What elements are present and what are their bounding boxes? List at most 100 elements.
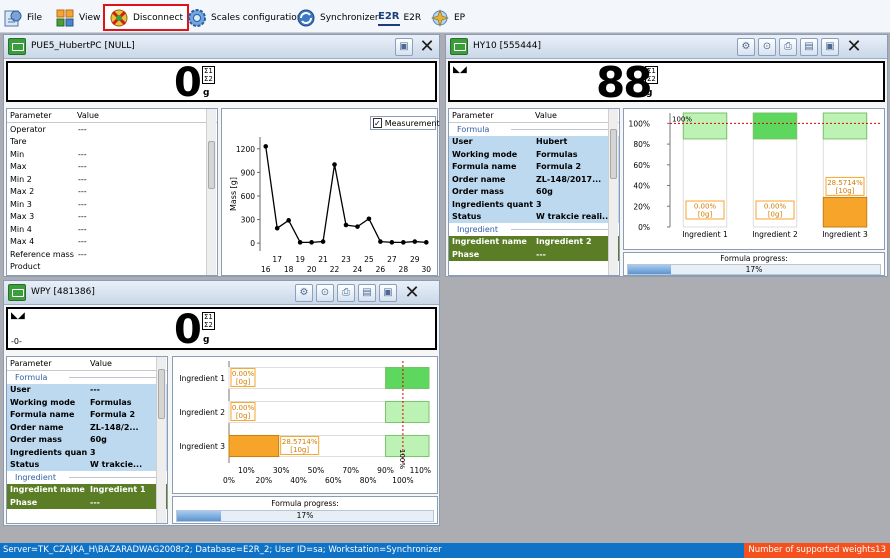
table-row: Order name ZL-148/2017... xyxy=(449,173,619,186)
disconnect-label: Disconnect xyxy=(133,12,183,23)
y-tick-label: 600 xyxy=(241,192,256,201)
parameter-rows: User Hubert Working mode Formulas Formula na… xyxy=(449,135,619,223)
range-indicator: Σ1 Σ2 xyxy=(202,312,215,330)
x-tick-label: 16 xyxy=(261,265,271,274)
checkbox-icon[interactable]: ✓ xyxy=(373,118,382,128)
collapse-icon[interactable]: ✕ xyxy=(401,283,423,303)
target-zone xyxy=(822,112,868,140)
phase-row: Phase --- xyxy=(7,496,167,509)
ep-button[interactable]: EP xyxy=(430,5,465,30)
x-tick-label: 50% xyxy=(308,466,325,475)
table-row: User --- xyxy=(7,383,167,396)
screenshot-icon[interactable]: ▣ xyxy=(379,284,397,302)
ep-label: EP xyxy=(454,12,466,23)
parameter-scrollbar[interactable] xyxy=(206,109,216,275)
data-point xyxy=(263,144,269,149)
panel-title: PUE5_HubertPC [NULL] xyxy=(31,41,135,51)
table-row: Product xyxy=(10,262,41,272)
col-value: Value xyxy=(77,111,99,120)
print-icon[interactable]: ⎙ xyxy=(779,38,797,56)
screenshot-icon[interactable]: ▣ xyxy=(821,38,839,56)
ingredient-bar-chart: 0% 20% 40% 60% 80% 100% 0.00% [0g] Ingredient 10… xyxy=(623,108,885,250)
horizontal-bar-chart-svg: 0.00%[0g]Ingredient 10.00%[0g]Ingredient… xyxy=(179,361,431,485)
weight-value: 88 xyxy=(596,58,652,107)
category-label: Ingredient 2 xyxy=(179,408,225,417)
collapse-icon[interactable]: ✕ xyxy=(416,37,438,57)
table-row: Status W trakcie... xyxy=(7,458,167,471)
category-label: Ingredient 3 xyxy=(822,230,868,239)
e2r-button[interactable]: E2R E2R xyxy=(378,5,421,30)
table-row: Formula name Formula 2 xyxy=(449,160,619,173)
data-label-text: [0g] xyxy=(698,211,713,219)
progress-label: Formula progress: xyxy=(720,254,788,263)
calculator-icon[interactable]: ▤ xyxy=(800,38,818,56)
tare-icon[interactable]: ⊙ xyxy=(316,284,334,302)
table-row: Ingredients quantity3 xyxy=(449,198,619,211)
x-tick-label: 70% xyxy=(342,466,359,475)
bar xyxy=(228,434,280,458)
y-tick-label: 20% xyxy=(633,202,650,211)
phase-row: Phase --- xyxy=(449,248,619,261)
print-icon[interactable]: ⎙ xyxy=(337,284,355,302)
formula-icon[interactable]: ⚙ xyxy=(295,284,313,302)
parameter-rows: Operator --- Tare Min --- Max --- Min 2 --- Max 2… xyxy=(7,123,217,273)
x-tick-label: 22 xyxy=(330,265,340,274)
measurement-legend[interactable]: ✓ Measurement xyxy=(370,116,440,130)
zero-indicator: -0- xyxy=(11,337,22,346)
table-row: Max 2 --- xyxy=(10,187,87,197)
x-tick-label: 20 xyxy=(307,265,317,274)
collapse-icon[interactable]: ✕ xyxy=(843,37,865,57)
screenshot-icon[interactable]: ▣ xyxy=(395,38,413,56)
synchronizer-button[interactable]: Synchronizer xyxy=(296,5,379,30)
file-menu-button[interactable]: File xyxy=(3,5,42,30)
data-point xyxy=(320,239,326,244)
view-menu-button[interactable]: View xyxy=(55,5,100,30)
status-bar: Server=TK_CZAJKA_H\BAZARADWAG2008r2; Dat… xyxy=(0,543,890,558)
weight-unit: g xyxy=(203,335,210,345)
y-tick-label: 300 xyxy=(241,216,256,225)
file-icon xyxy=(3,8,23,28)
parameter-scrollbar[interactable] xyxy=(608,109,618,275)
tare-icon[interactable]: ⊙ xyxy=(758,38,776,56)
table-header: Parameter Value xyxy=(7,357,167,371)
scale-icon xyxy=(450,38,468,55)
category-label: Ingredient 3 xyxy=(179,442,225,451)
data-point xyxy=(274,225,280,231)
disconnect-icon xyxy=(109,8,129,28)
parameter-scrollbar[interactable] xyxy=(156,357,166,523)
data-point xyxy=(343,222,349,228)
panel-header: PUE5_HubertPC [NULL] ▣ ✕ xyxy=(4,35,439,59)
table-row: Status W trakcie reali... xyxy=(449,210,619,223)
table-row: Max 4 --- xyxy=(10,237,87,247)
y-axis-label: Mass [g] xyxy=(229,177,238,211)
y-tick-label: 60% xyxy=(633,161,650,170)
category-label: Ingredient 1 xyxy=(179,374,225,383)
disconnect-button[interactable]: Disconnect xyxy=(103,4,189,31)
file-label: File xyxy=(27,12,43,23)
data-label-text: 0.00% xyxy=(694,203,717,211)
y-tick-label: 0% xyxy=(638,223,650,232)
table-row: Reference mass --- xyxy=(10,249,87,259)
parameter-table: Parameter Value Operator --- Tare Min --- Max… xyxy=(6,108,218,276)
section-ingredient: Ingredient xyxy=(449,223,619,236)
ingredient-row: Ingredient name Ingredient 1 xyxy=(7,483,167,496)
weight-display: ◣◢ 88 Σ1 Σ2 g xyxy=(448,58,885,107)
calculator-icon[interactable]: ▤ xyxy=(358,284,376,302)
formula-progress: Formula progress: 17% xyxy=(623,252,885,276)
x-tick-label: 26 xyxy=(376,265,386,274)
data-label-text: [0g] xyxy=(236,378,251,386)
data-point xyxy=(286,218,291,223)
formula-icon[interactable]: ⚙ xyxy=(737,38,755,56)
x-tick-label: 40% xyxy=(290,476,307,485)
x-tick-label: 25 xyxy=(364,255,374,264)
x-tick-label: 110% xyxy=(410,466,431,475)
panel-header: WPY [481386] ⚙ ⊙ ⎙ ▤ ▣ ✕ xyxy=(4,281,439,305)
parameter-table: Parameter Value Formula User --- Working m… xyxy=(6,356,168,524)
stable-indicator-icon: ◣◢ xyxy=(453,65,467,75)
scales-configuration-button[interactable]: Scales configuration xyxy=(187,5,302,30)
scale-icon xyxy=(8,284,26,301)
table-row: Max --- xyxy=(10,162,87,172)
data-label-text: 28.5714% xyxy=(282,438,318,446)
progress-bar: 17% xyxy=(176,510,434,522)
data-point xyxy=(389,240,395,245)
